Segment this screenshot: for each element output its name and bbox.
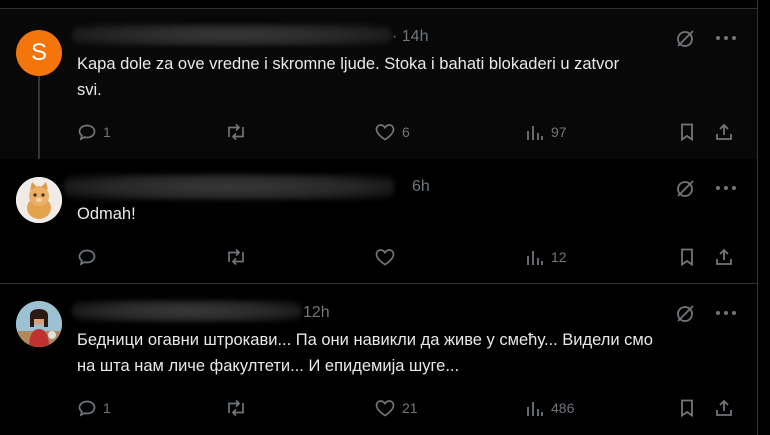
bar-chart-icon [527, 251, 543, 265]
avatar-letter: S [30, 39, 47, 66]
author-name-redacted[interactable] [72, 24, 392, 46]
post-text: Odmah! [77, 205, 136, 223]
share-button[interactable] [714, 246, 734, 268]
author-name-redacted[interactable] [64, 174, 394, 200]
repost-button[interactable] [225, 246, 247, 268]
like-count: 6 [402, 124, 410, 140]
heart-icon [375, 249, 395, 266]
bookmark-icon [681, 399, 693, 418]
bookmark-icon [681, 248, 693, 267]
speech-bubble-icon [78, 124, 96, 141]
post-top-actions [675, 28, 737, 50]
column-border [757, 0, 758, 435]
post-top-actions [675, 303, 737, 325]
avatar[interactable] [16, 177, 62, 223]
bar-chart-icon [527, 402, 543, 416]
avatar[interactable]: S [16, 30, 62, 76]
views-button[interactable]: 97 [525, 121, 567, 143]
heart-icon [375, 124, 395, 141]
repost-button[interactable] [225, 121, 247, 143]
more-dots-icon[interactable] [715, 186, 737, 192]
view-count: 12 [551, 249, 567, 265]
post-3[interactable]: 12h Бедници огавни штрокави... Па они на… [0, 284, 757, 435]
avatar[interactable] [16, 301, 62, 347]
share-icon [716, 248, 732, 265]
bookmark-button[interactable] [677, 397, 697, 419]
views-button[interactable]: 486 [525, 397, 574, 419]
post-header: · 14h [72, 24, 692, 50]
share-button[interactable] [714, 397, 734, 419]
speech-bubble-icon [78, 249, 96, 266]
kitten-avatar-image [16, 177, 62, 223]
post-header: 12h [72, 300, 692, 326]
bookmark-icon [681, 123, 693, 142]
repost-arrows-icon [228, 399, 244, 417]
post-text: Бедници огавни штрокави... Па они навикл… [77, 331, 653, 375]
view-count: 486 [551, 400, 575, 416]
grok-icon[interactable] [675, 179, 695, 199]
action-bar: 12 [72, 246, 742, 268]
like-button[interactable] [374, 246, 396, 268]
thread-line [38, 71, 40, 159]
reply-count: 1 [103, 124, 111, 140]
post-1[interactable]: S · 14h Kapa dole za ove vredne i skromn… [0, 9, 757, 159]
post-time[interactable]: 12h [303, 304, 330, 322]
view-count: 97 [551, 124, 567, 140]
share-icon [716, 123, 732, 140]
action-bar: 1 21 486 [72, 397, 742, 419]
like-count: 21 [402, 400, 418, 416]
post-top-actions [675, 178, 737, 200]
author-name-redacted[interactable] [72, 300, 302, 322]
speech-bubble-icon [78, 400, 96, 417]
more-dots-icon[interactable] [715, 36, 737, 42]
heart-icon [375, 400, 395, 417]
reply-button[interactable]: 1 [77, 397, 111, 419]
post-time[interactable]: · 14h [392, 28, 428, 46]
repost-arrows-icon [228, 123, 244, 141]
bookmark-button[interactable] [677, 246, 697, 268]
bookmark-button[interactable] [677, 121, 697, 143]
views-button[interactable]: 12 [525, 246, 567, 268]
reply-button[interactable]: 1 [77, 121, 111, 143]
profile-avatar-image [16, 301, 62, 347]
grok-icon[interactable] [675, 304, 695, 324]
more-dots-icon[interactable] [715, 311, 737, 317]
like-button[interactable]: 6 [374, 121, 410, 143]
share-button[interactable] [714, 121, 734, 143]
repost-button[interactable] [225, 397, 247, 419]
post-time[interactable]: 6h [412, 178, 430, 196]
post-2[interactable]: 6h Odmah! 12 [0, 159, 757, 281]
repost-arrows-icon [228, 248, 244, 266]
post-text: Kapa dole za ove vredne i skromne ljude.… [77, 55, 620, 99]
bar-chart-icon [527, 126, 543, 140]
grok-icon[interactable] [675, 29, 695, 49]
share-icon [716, 399, 732, 416]
reply-count: 1 [103, 400, 111, 416]
like-button[interactable]: 21 [374, 397, 418, 419]
reply-button[interactable] [77, 246, 97, 268]
post-header: 6h [64, 174, 692, 200]
action-bar: 1 6 97 [72, 121, 742, 143]
